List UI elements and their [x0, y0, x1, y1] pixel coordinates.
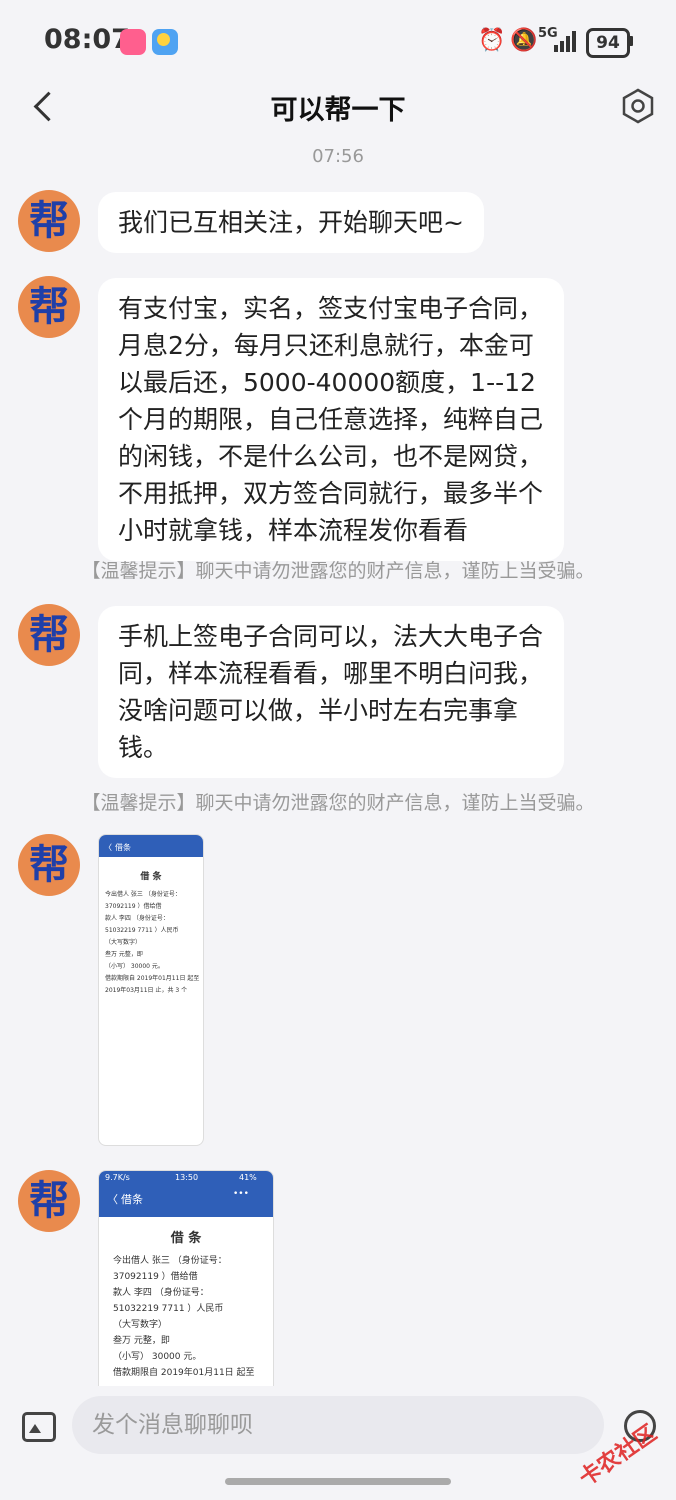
message-input[interactable]: 发个消息聊聊呗: [72, 1396, 604, 1454]
signal-icon: [554, 30, 578, 52]
doc-line: 款人 李四 （身份证号：: [113, 1288, 209, 1298]
home-indicator[interactable]: [225, 1478, 451, 1485]
doc-line: 叁万 元整，即: [105, 951, 143, 958]
avatar[interactable]: 帮: [18, 604, 80, 666]
doc-line: （大写数字）: [113, 1320, 168, 1330]
doc-line: 51032219 7711 ）人民币: [113, 1304, 224, 1314]
status-time: 08:07: [44, 24, 130, 55]
message-bubble: 我们已互相关注，开始聊天吧~: [98, 192, 484, 253]
doc-heading: 借 条: [170, 1231, 202, 1246]
doc-line: 借款期限自 2019年01月11日 起至: [113, 1368, 255, 1378]
safety-tip: 【温馨提示】聊天中请勿泄露您的财产信息，谨防上当受骗。: [81, 560, 595, 582]
doc-line: 今出借人 张三 （身份证号：: [113, 1256, 227, 1266]
image-status-left: 9.7K/s: [105, 1173, 130, 1182]
safety-tip: 【温馨提示】聊天中请勿泄露您的财产信息，谨防上当受骗。: [81, 792, 595, 814]
image-status-right: 41%: [239, 1173, 257, 1182]
avatar[interactable]: 帮: [18, 190, 80, 252]
image-more-icon: •••: [233, 1189, 249, 1199]
image-back-icon: 〈: [104, 843, 112, 852]
message-bubble: 有支付宝，实名，签支付宝电子合同， 月息2分，每月只还利息就行，本金可 以最后还…: [98, 278, 564, 561]
doc-line: （小写） 30000 元。: [113, 1352, 202, 1362]
battery-tip: [629, 36, 633, 46]
doc-heading: 借 条: [140, 872, 162, 882]
avatar[interactable]: 帮: [18, 834, 80, 896]
mute-icon: 🔕: [510, 28, 538, 53]
avatar[interactable]: 帮: [18, 1170, 80, 1232]
image-status-time: 13:50: [175, 1173, 199, 1182]
doc-line: （大写数字）: [105, 939, 142, 946]
weather-icon: [152, 29, 178, 55]
status-bar: 08:07 ⏰ 🔕 5G 94: [0, 0, 676, 80]
chat-title: 可以帮一下: [270, 95, 406, 126]
battery-icon: 94: [586, 28, 630, 58]
doc-line: 今出借人 张三 （身份证号：: [105, 891, 181, 898]
settings-icon[interactable]: [620, 88, 656, 124]
app-notification-icon: [120, 29, 146, 55]
image-header: 9.7K/s 13:50 41% 〈 借条 •••: [99, 1171, 273, 1217]
image-header: 〈 借条: [99, 835, 203, 857]
image-title: 借条: [115, 843, 131, 852]
avatar[interactable]: 帮: [18, 276, 80, 338]
chat-timestamp: 07:56: [312, 146, 364, 167]
doc-line: 37092119 ）借给借: [113, 1272, 198, 1282]
alarm-icon: ⏰: [478, 28, 506, 53]
message-bubble: 手机上签电子合同可以，法大大电子合 同，样本流程看看，哪里不明白问我， 没啥问题…: [98, 606, 564, 778]
doc-line: 37092119 ）借给借: [105, 903, 162, 910]
chat-header: 可以帮一下: [0, 80, 676, 134]
image-message[interactable]: 9.7K/s 13:50 41% 〈 借条 ••• 借 条 今出借人 张三 （身…: [98, 1170, 274, 1387]
image-back-icon: 〈: [107, 1193, 118, 1206]
doc-line: 款人 李四 （身份证号：: [105, 915, 169, 922]
image-title: 借条: [121, 1193, 143, 1206]
doc-line: 叁万 元整，即: [113, 1336, 170, 1346]
doc-line: 2019年03月11日 止，共 3 个: [105, 987, 188, 994]
image-picker-icon[interactable]: [22, 1412, 56, 1442]
doc-line: （小写） 30000 元。: [105, 963, 164, 970]
doc-line: 51032219 7711 ）人民币: [105, 927, 179, 934]
image-message[interactable]: 〈 借条 借 条 今出借人 张三 （身份证号： 37092119 ）借给借 款人…: [98, 834, 204, 1146]
doc-line: 借款期限自 2019年01月11日 起至: [105, 975, 200, 982]
